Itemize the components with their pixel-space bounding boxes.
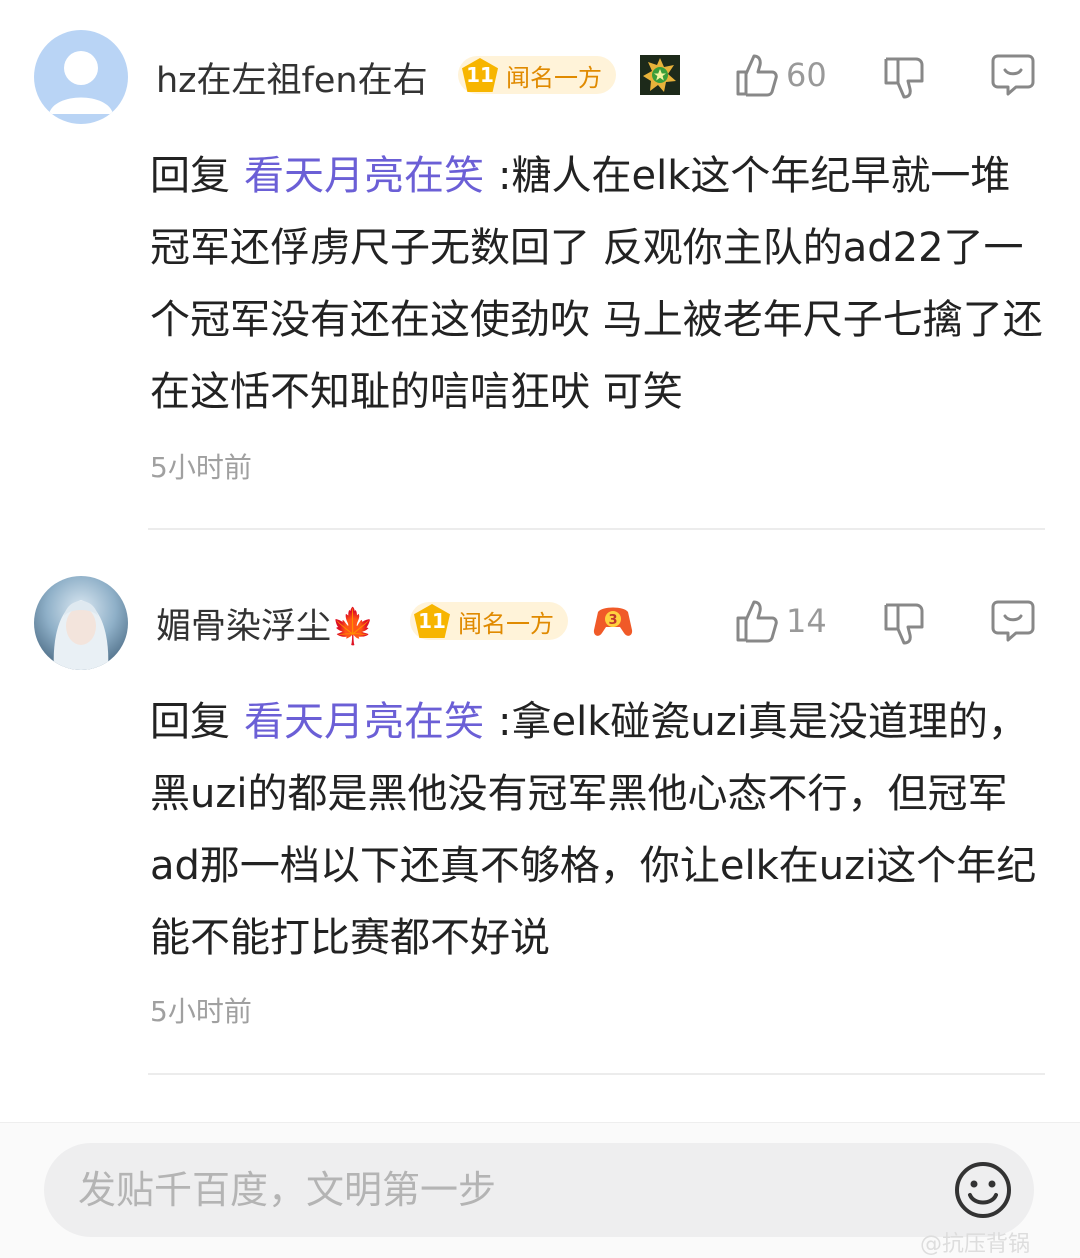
reply-prefix: 回复 [150,699,230,745]
divider [148,1073,1045,1075]
dislike-button[interactable] [882,601,926,647]
comment-input[interactable]: 发贴千百度，文明第一步 [44,1143,1034,1237]
level-number: 11 [462,58,498,92]
reply-button[interactable] [990,52,1036,98]
like-count: 14 [786,602,827,640]
timestamp: 5小时前 [150,451,252,484]
like-button[interactable]: 60 [734,52,827,98]
anime-avatar-icon [53,600,109,670]
level-badge: 11 闻名一方 [458,56,616,94]
thumbs-down-icon [884,57,924,99]
comment-text: 回复 看天月亮在笑:拿elk碰瓷uzi真是没道理的，黑uzi的都是黑他没有冠军黑他… [150,686,1050,974]
bottom-input-bar: 发贴千百度，文明第一步 [0,1122,1080,1258]
gamepad-medal-icon: 3 [592,602,633,642]
like-count: 60 [786,56,827,94]
reply-target-link[interactable]: 看天月亮在笑 [244,699,484,745]
thumbs-up-icon [736,600,778,643]
reply-prefix: 回复 [150,153,230,199]
dislike-button[interactable] [882,55,926,101]
avatar[interactable] [34,576,128,670]
svg-text:3: 3 [608,613,617,628]
comment-bubble-icon [991,600,1035,642]
input-placeholder: 发贴千百度，文明第一步 [78,1168,497,1212]
comment-text: 回复 看天月亮在笑:糖人在elk这个年纪早就一堆冠军还俘虏尺子无数回了 反观你主队… [150,140,1050,428]
username[interactable]: 媚骨染浮尘🍁 [156,598,375,649]
thumbs-up-icon [736,54,778,97]
timestamp: 5小时前 [150,995,252,1028]
watermark: @抗压背锅 [919,1232,1030,1257]
level-title: 闻名一方 [458,609,554,638]
emoji-button[interactable] [952,1159,1014,1221]
medal-icon [640,55,680,95]
reply-target-link[interactable]: 看天月亮在笑 [244,153,484,199]
level-title: 闻名一方 [506,63,602,92]
reply-button[interactable] [990,598,1036,644]
level-number: 11 [414,604,450,638]
avatar[interactable] [34,30,128,124]
level-badge: 11 闻名一方 [410,602,568,640]
default-avatar-icon [49,51,113,114]
divider [148,528,1045,530]
comment-bubble-icon [991,54,1035,96]
like-button[interactable]: 14 [734,598,827,644]
username[interactable]: hz在左祖fen在右 [156,52,428,103]
thumbs-down-icon [884,603,924,645]
smiley-icon [955,1162,1011,1218]
